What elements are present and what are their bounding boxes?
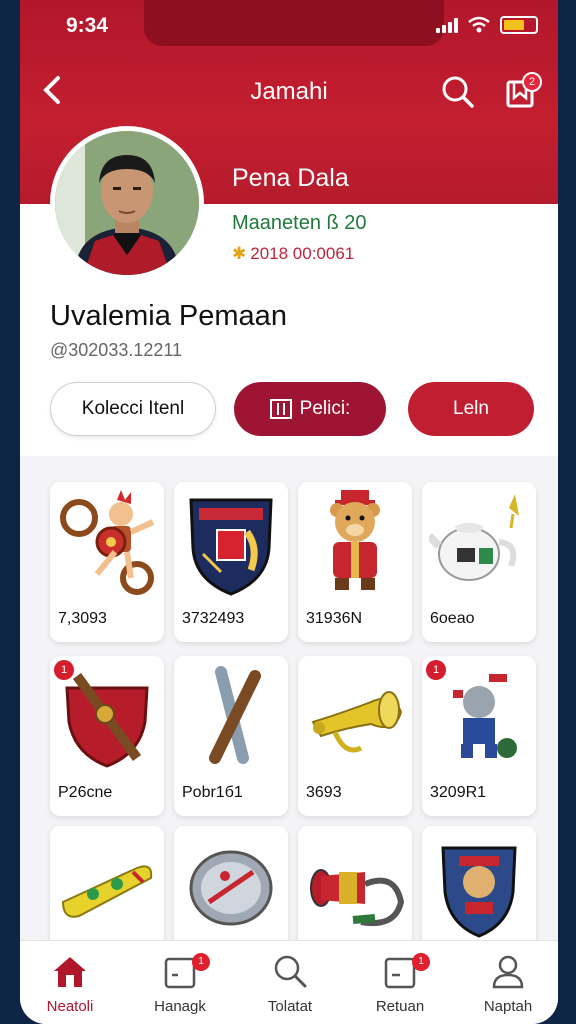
nav-label: Neatoli <box>46 998 94 1015</box>
crossed-sticks-icon <box>209 666 261 764</box>
item-card[interactable]: 3732493 <box>174 482 288 642</box>
item-badge: 1 <box>426 660 446 680</box>
primary-action-label: Pelici: <box>299 398 351 419</box>
badge-pin-icon <box>189 850 273 926</box>
home-icon <box>54 957 86 987</box>
nav-retuan[interactable]: 1 Retuan <box>350 951 450 1021</box>
app-screen: 9:34 Jamahi 2 Pena Dala Maaneten ß 20 ✱ … <box>20 0 558 1024</box>
secondary-action-label: Leln <box>453 398 489 419</box>
avatar-photo <box>55 131 199 275</box>
display-name: Uvalemia Pemaan <box>50 300 287 332</box>
nav-badge: 1 <box>192 953 210 971</box>
primary-action-button[interactable]: Pelici: <box>234 382 386 436</box>
warrior-toy-icon <box>60 490 155 595</box>
notifications-button[interactable]: 2 <box>502 72 542 112</box>
scarf-icon <box>61 865 153 918</box>
item-badge: 1 <box>54 660 74 680</box>
nav-label: Naptah <box>483 998 533 1015</box>
item-card[interactable]: Pobr1б1 <box>174 656 288 816</box>
profile-date: ✱ 2018 00:0061 <box>232 244 354 264</box>
nav-label: Retuan <box>375 998 425 1015</box>
golden-horn-icon <box>311 691 403 753</box>
collection-button[interactable]: Kolecci Itenl <box>50 382 216 436</box>
profile-name: Pena Dala <box>232 164 349 192</box>
bottom-navigation: Neatoli 1 Hanagk Tolatat 1 Retuan Naptah <box>20 940 558 1024</box>
item-label: 6oeao <box>430 610 475 627</box>
item-card[interactable]: 3693 <box>298 656 412 816</box>
search-icon <box>274 955 307 988</box>
item-card[interactable]: 31936N <box>298 482 412 642</box>
nav-label: Hanagk <box>154 998 206 1015</box>
item-card[interactable]: 1 3209R1 <box>422 656 536 816</box>
person-photo-icon <box>55 131 199 275</box>
item-card[interactable]: 6oeao <box>422 482 536 642</box>
secondary-action-button[interactable]: Leln <box>408 382 534 436</box>
profile-meta: Maaneten ß 20 <box>232 212 367 234</box>
status-time: 9:34 <box>66 14 109 37</box>
nav-label: Tolatat <box>267 998 313 1015</box>
red-shield-icon <box>65 673 149 768</box>
collection-button-label: Kolecci Itenl <box>81 398 185 419</box>
grid-icon <box>269 399 292 419</box>
nav-search[interactable]: Tolatat <box>240 951 340 1021</box>
user-icon <box>492 955 524 989</box>
search-button[interactable] <box>440 74 476 110</box>
item-card[interactable]: 1 P26cne <box>50 656 164 816</box>
sun-icon: ✱ <box>232 244 247 263</box>
teapot-icon <box>429 494 519 581</box>
wifi-icon <box>468 16 490 33</box>
item-label: 31936N <box>306 610 363 627</box>
item-card[interactable]: 7,3093 <box>50 482 164 642</box>
trumpet-icon <box>310 869 405 926</box>
nav-hanagk[interactable]: 1 Hanagk <box>130 951 230 1021</box>
bear-mascot-icon <box>330 490 380 590</box>
top-bar: Jamahi 2 <box>20 64 558 120</box>
nav-profile[interactable]: Naptah <box>458 951 558 1021</box>
search-icon <box>442 76 474 108</box>
nav-badge: 1 <box>412 953 430 971</box>
user-handle: @302033.12211 <box>50 340 183 360</box>
item-label: Pobr1б1 <box>182 784 243 801</box>
page-title: Jamahi <box>250 78 328 105</box>
item-label: P26cne <box>58 784 113 801</box>
item-label: 7,3093 <box>58 610 107 627</box>
status-icons <box>436 16 538 34</box>
item-label: 3732493 <box>182 610 245 627</box>
shield-crest-icon <box>189 498 273 596</box>
signal-icon <box>436 17 458 33</box>
avatar[interactable] <box>50 126 204 280</box>
notification-badge: 2 <box>522 72 542 92</box>
battery-icon <box>500 16 538 34</box>
item-label: 3693 <box>306 784 342 801</box>
item-label: 3209R1 <box>430 784 487 801</box>
profile-date-text: 2018 00:0061 <box>250 244 355 263</box>
device-notch <box>144 0 444 46</box>
robot-figure-icon <box>453 674 517 758</box>
mascot-crest-icon <box>441 846 517 938</box>
nav-home[interactable]: Neatoli <box>20 951 120 1021</box>
